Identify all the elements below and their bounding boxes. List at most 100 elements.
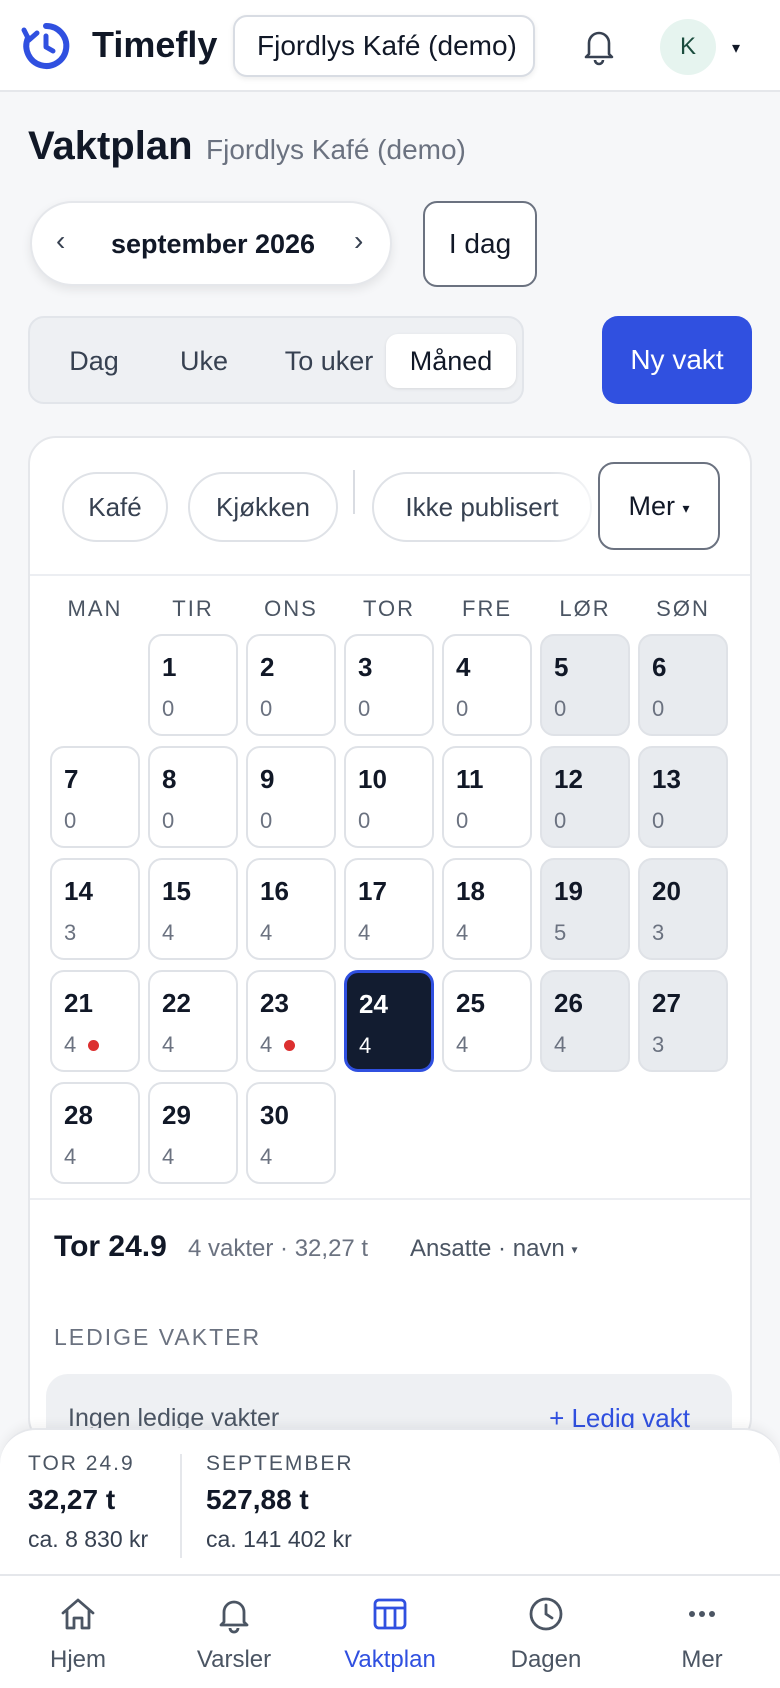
- open-shifts-heading: LEDIGE VAKTER: [54, 1324, 262, 1350]
- day-number: 29: [162, 1100, 191, 1130]
- calendar-day-cell[interactable]: 26 4: [540, 970, 630, 1072]
- day-number: 2: [260, 652, 275, 682]
- notifications-bell-icon[interactable]: [580, 26, 618, 66]
- nav-item-today[interactable]: Dagen: [468, 1576, 624, 1688]
- calendar-day-cell[interactable]: 60: [638, 634, 728, 736]
- calendar-day-cell[interactable]: 19 5: [540, 858, 630, 960]
- timefly-logo-icon[interactable]: [20, 20, 72, 72]
- tab-day[interactable]: Dag: [44, 334, 144, 388]
- day-number: 11: [456, 764, 484, 794]
- shift-count: 3: [652, 920, 665, 945]
- shift-count: 4: [260, 1032, 273, 1057]
- calendar-day-cell[interactable]: 10 0: [344, 746, 434, 848]
- page-subtitle: Fjordlys Kafé (demo): [206, 134, 466, 165]
- day-number: 18: [456, 876, 485, 906]
- calendar-day-cell[interactable]: 20 3: [638, 858, 728, 960]
- calendar-day-cell[interactable]: 21 4: [50, 970, 140, 1072]
- shift-count: 5: [554, 920, 567, 945]
- tab-month[interactable]: Måned: [386, 334, 516, 388]
- calendar-day-cell[interactable]: 15 4: [148, 858, 238, 960]
- day-number: 21: [64, 988, 93, 1018]
- day-number: 12: [554, 764, 583, 794]
- calendar-day-cell[interactable]: 80: [148, 746, 238, 848]
- filter-bar: Kafé Kjøkken Ikke publisert Mer ▾: [30, 438, 750, 576]
- selected-day-date: Tor 24.9: [54, 1230, 167, 1263]
- calendar-day-cell[interactable]: 17 4: [344, 858, 434, 960]
- avatar[interactable]: K: [660, 19, 716, 75]
- filter-chip-cafe[interactable]: Kafé: [62, 472, 168, 542]
- more-dots-icon: [689, 1611, 715, 1617]
- chevron-down-icon[interactable]: ▾: [732, 38, 740, 58]
- calendar-day-cell[interactable]: 12 0: [540, 746, 630, 848]
- tab-two-weeks[interactable]: To uker: [264, 334, 394, 388]
- calendar-day-cell[interactable]: 30: [344, 634, 434, 736]
- day-number: 23: [260, 988, 289, 1018]
- calendar-day-cell[interactable]: 27 3: [638, 970, 728, 1072]
- table-icon: [373, 1598, 407, 1630]
- nav-item-schedule[interactable]: Vaktplan: [312, 1576, 468, 1688]
- nav-item-notifications[interactable]: Varsler: [156, 1576, 312, 1688]
- more-filters-button[interactable]: Mer ▾: [598, 462, 720, 550]
- tab-week[interactable]: Uke: [154, 334, 254, 388]
- calendar-day-cell[interactable]: 25 4: [442, 970, 532, 1072]
- nav-item-home[interactable]: Hjem: [0, 1576, 156, 1688]
- calendar-day-cell[interactable]: 50: [540, 634, 630, 736]
- month-stat-label: SEPTEMBER: [206, 1452, 354, 1475]
- day-number: 7: [64, 764, 79, 794]
- calendar-day-cell[interactable]: 70: [50, 746, 140, 848]
- shift-count: 0: [162, 808, 175, 833]
- calendar-day-cell[interactable]: 13 0: [638, 746, 728, 848]
- today-button[interactable]: I dag: [423, 201, 537, 287]
- weekday-header: ONS: [264, 596, 318, 621]
- calendar-day-cell[interactable]: 18 4: [442, 858, 532, 960]
- workspace-selector[interactable]: Fjordlys Kafé (demo): [233, 15, 535, 77]
- more-filters-label: Mer: [628, 491, 675, 521]
- shift-count: 0: [652, 808, 665, 833]
- calendar-day-cell[interactable]: 28 4: [50, 1082, 140, 1184]
- calendar-day-cell[interactable]: 30 4: [246, 1082, 336, 1184]
- day-number: 28: [64, 1100, 93, 1130]
- calendar-day-cell[interactable]: 40: [442, 634, 532, 736]
- brand-name: Timefly: [92, 24, 218, 65]
- calendar-day-cell[interactable]: 16 4: [246, 858, 336, 960]
- day-number: 22: [162, 988, 191, 1018]
- filter-chip-kitchen[interactable]: Kjøkken: [188, 472, 338, 542]
- shift-count: 0: [260, 696, 273, 721]
- day-number: 26: [554, 988, 583, 1018]
- nav-label: Hjem: [49, 1646, 106, 1673]
- calendar-day-cell[interactable]: 22 4: [148, 970, 238, 1072]
- day-number: 30: [260, 1100, 289, 1130]
- calendar-day-cell[interactable]: 11 0: [442, 746, 532, 848]
- calendar-day-cell[interactable]: 23 4: [246, 970, 336, 1072]
- hours-summary-bar: TOR 24.9 32,27 t ca. 8 830 kr SEPTEMBER …: [0, 1428, 780, 1576]
- new-shift-button[interactable]: Ny vakt: [602, 316, 752, 404]
- nav-label: Dagen: [510, 1646, 582, 1673]
- selected-day-meta: 4 vakter · 32,27 t: [188, 1235, 369, 1262]
- day-number: 3: [358, 652, 373, 682]
- shift-count: 0: [358, 808, 371, 833]
- stat-divider: [180, 1454, 182, 1558]
- day-number: 9: [260, 764, 275, 794]
- month-stat-cost: ca. 141 402 kr: [206, 1526, 352, 1552]
- nav-item-more[interactable]: Mer: [624, 1576, 780, 1688]
- day-number: 4: [456, 652, 471, 682]
- top-bar: Timefly Fjordlys Kafé (demo) K ▾: [0, 0, 780, 92]
- day-number: 8: [162, 764, 177, 794]
- calendar-day-cell[interactable]: 24 4: [344, 970, 434, 1072]
- chevron-down-icon: ▾: [682, 499, 690, 516]
- page-title: Vaktplan: [28, 124, 193, 168]
- shift-count: 0: [162, 696, 175, 721]
- day-number: 1: [162, 652, 177, 682]
- weekday-header: LØR: [559, 596, 611, 621]
- calendar-day-cell[interactable]: 10: [148, 634, 238, 736]
- chevron-down-icon: ▾: [571, 1242, 578, 1257]
- calendar-day-cell[interactable]: 20: [246, 634, 336, 736]
- calendar-day-cell[interactable]: 90: [246, 746, 336, 848]
- weekday-header: MAN: [67, 596, 123, 621]
- chevron-right-icon[interactable]: ›: [354, 225, 363, 257]
- calendar-day-cell[interactable]: 29 4: [148, 1082, 238, 1184]
- weekday-header: TIR: [172, 596, 214, 621]
- sort-selector[interactable]: Ansatte · navn ▾: [410, 1235, 577, 1263]
- shift-count: 4: [456, 920, 469, 945]
- calendar-day-cell[interactable]: 14 3: [50, 858, 140, 960]
